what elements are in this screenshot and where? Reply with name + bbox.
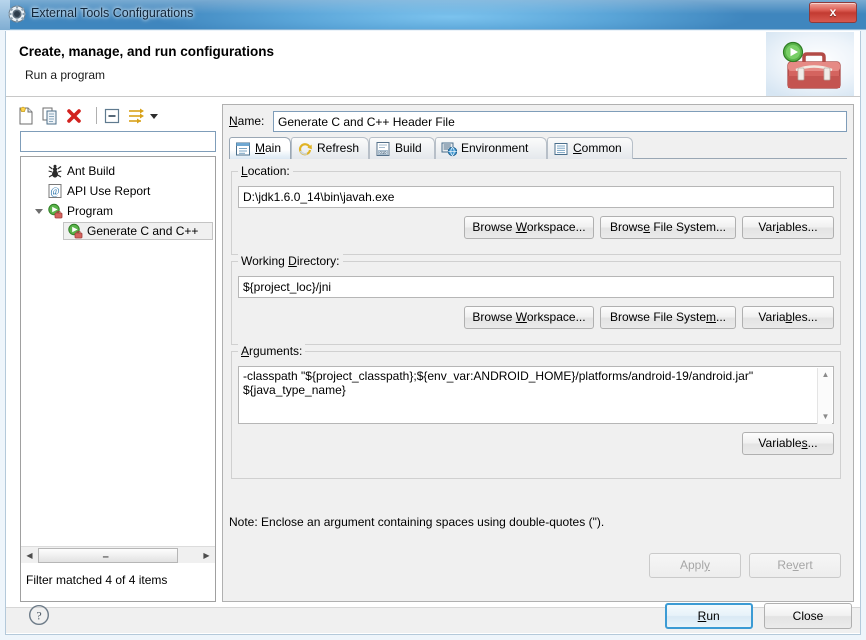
tree-item-program[interactable]: Program [21,201,215,221]
tree-item-label: Generate C and C++ [87,224,199,238]
tab-label: Build [395,141,422,155]
tree-item-label: Ant Build [67,164,116,178]
tab-label: Main [255,141,282,155]
arguments-variables-button[interactable]: Variables... [742,432,834,455]
tree-item-generate-c-and-cpp[interactable]: Generate C and C++ [21,221,215,241]
location-textbox[interactable] [238,186,834,208]
wd-browse-workspace-button[interactable]: Browse Workspace... [464,306,594,329]
name-textbox[interactable] [273,111,847,132]
configurations-tree[interactable]: Ant Build @ API Use Report Program Gener… [20,156,216,602]
tree-item-api-use-report[interactable]: @ API Use Report [21,181,215,201]
working-directory-group-label: Working Directory: [238,254,343,268]
filter-status-text: Filter matched 4 of 4 items [26,573,168,587]
tab-main[interactable]: Main [229,137,291,159]
tab-label: Environment [461,141,529,155]
wd-variables-button[interactable]: Variables... [742,306,834,329]
arguments-input[interactable] [239,367,833,423]
refresh-tab-icon [299,143,312,156]
scroll-left-arrow-icon[interactable]: ◀ [21,547,38,564]
dialog-buttons: Run Close [657,603,852,629]
title-bar: External Tools Configurations x [0,0,866,30]
arguments-group: Arguments: ▲ ▼ Variables... [231,344,841,479]
working-directory-input[interactable] [239,277,833,297]
run-button[interactable]: Run [664,603,753,629]
scroll-up-arrow-icon[interactable]: ▲ [818,368,833,382]
location-browse-workspace-button[interactable]: Browse Workspace... [464,216,594,239]
dialog-client-area: Create, manage, and run configurations R… [5,31,861,635]
help-icon[interactable]: ? [28,604,50,626]
location-group: Location: Browse Workspace... Browse Fil… [231,164,841,255]
working-directory-textbox[interactable] [238,276,834,298]
scrollbar-thumb[interactable]: ━ [38,548,178,563]
revert-button: Revert [749,553,841,578]
svg-text:010: 010 [380,150,388,155]
dialog-banner: Create, manage, and run configurations R… [6,31,860,97]
toolbar-separator [96,107,97,124]
name-row: Name: [229,111,847,133]
chevron-down-icon[interactable] [148,106,160,126]
working-directory-group: Working Directory: Browse Workspace... B… [231,254,841,345]
close-icon[interactable]: x [809,2,857,23]
tab-label: Refresh [317,141,360,155]
delete-icon[interactable] [64,106,84,126]
svg-text:?: ? [36,608,41,622]
page-subtitle: Run a program [25,68,106,82]
external-tools-configurations-window: External Tools Configurations x Create, … [0,0,866,640]
gear-icon [8,5,26,23]
collapse-all-icon[interactable] [102,106,122,126]
build-tab-icon: 010 [376,142,390,156]
arguments-textbox[interactable]: ▲ ▼ [238,366,834,424]
toolbox-with-run-icon [766,32,854,96]
close-button[interactable]: Close [764,603,852,629]
tab-refresh[interactable]: Refresh [291,137,369,159]
location-input[interactable] [239,187,833,207]
tree-item-label: Program [67,204,114,218]
duplicate-icon[interactable] [40,106,60,126]
tree-toolbar [14,104,218,128]
scroll-right-arrow-icon[interactable]: ▶ [198,547,215,564]
filter-icon[interactable] [126,106,146,126]
configuration-editor-panel: Name: Main [222,104,854,602]
dialog-footer: ? Run Close [6,603,860,633]
tab-common[interactable]: Common [547,137,633,159]
scrollbar-grip-icon: ━ [103,552,109,562]
filter-input[interactable] [21,132,215,151]
configurations-tree-panel: Ant Build @ API Use Report Program Gener… [14,104,218,602]
tree-item-label: API Use Report [67,184,151,198]
configuration-tabs: Main Refresh 010 Build Environment Commo… [229,137,847,159]
name-label: Name: [229,114,265,128]
filter-textbox[interactable] [20,131,216,152]
svg-text:@: @ [50,187,59,198]
tree-horizontal-scrollbar[interactable]: ◀ ━ ▶ [21,546,215,563]
main-tab-icon [236,142,250,156]
tab-environment[interactable]: Environment [435,137,547,159]
api-use-report-icon: @ [48,184,62,198]
page-title: Create, manage, and run configurations [19,44,275,59]
window-title: External Tools Configurations [31,6,194,20]
location-variables-button[interactable]: Variables... [742,216,834,239]
wd-browse-file-system-button[interactable]: Browse File System... [600,306,736,329]
program-icon [48,203,63,219]
arguments-vertical-scrollbar[interactable]: ▲ ▼ [817,368,832,424]
ant-icon [48,164,62,178]
name-input[interactable] [274,112,846,131]
arguments-group-label: Arguments: [238,344,306,358]
new-launch-configuration-icon[interactable] [16,106,36,126]
arguments-note: Note: Enclose an argument containing spa… [229,515,605,529]
program-icon [68,223,83,239]
apply-button: Apply [649,553,741,578]
location-group-label: Location: [238,164,293,178]
tree-item-ant-build[interactable]: Ant Build [21,161,215,181]
scroll-down-arrow-icon[interactable]: ▼ [818,410,833,424]
location-browse-file-system-button[interactable]: Browse File System... [600,216,736,239]
tab-build[interactable]: 010 Build [369,137,435,159]
tab-label: Common [573,141,622,155]
common-tab-icon [554,143,568,155]
environment-tab-icon [441,142,457,157]
twisty-expanded-icon[interactable] [31,201,47,221]
